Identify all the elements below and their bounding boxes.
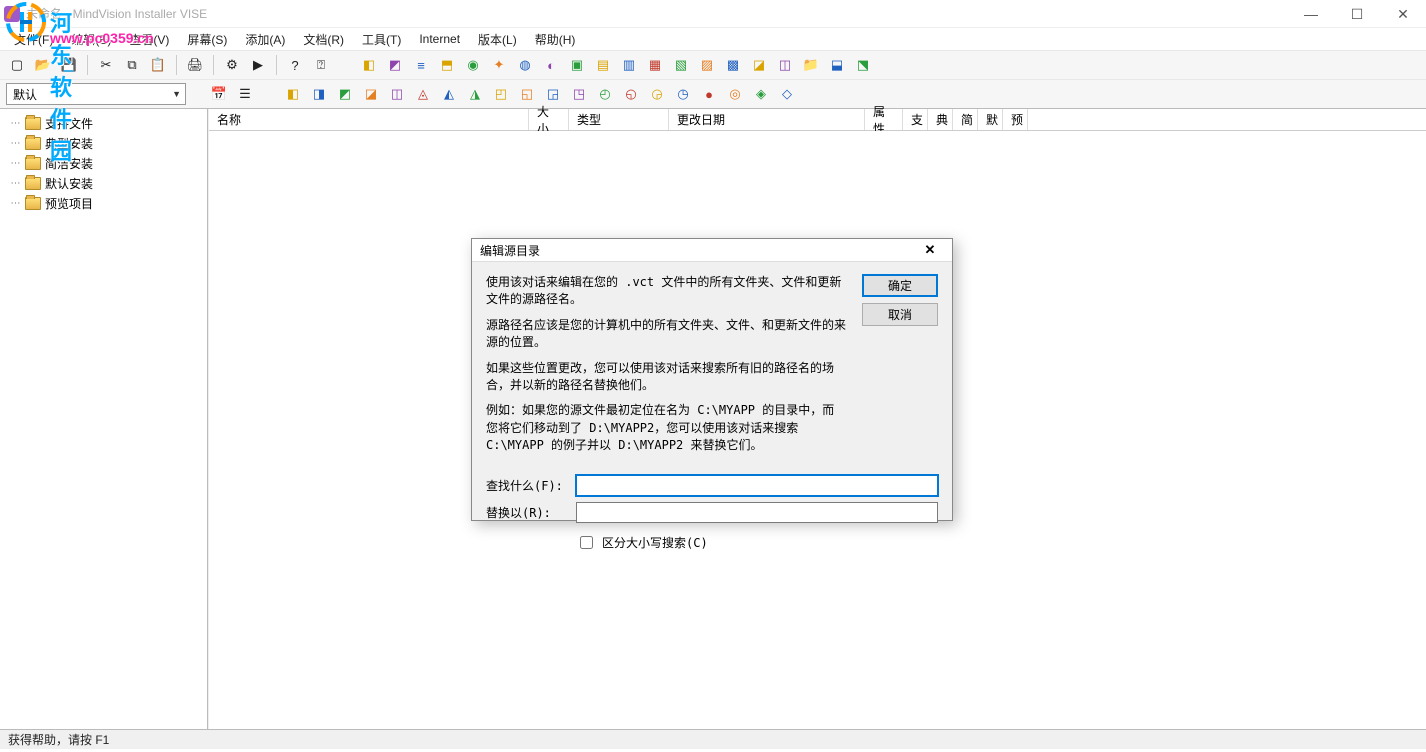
dialog-text-3: 如果这些位置更改，您可以使用该对话来搜索所有旧的路径名的场合，并以新的路径名替换… [486, 360, 846, 395]
replace-input[interactable] [576, 502, 938, 523]
cancel-button[interactable]: 取消 [862, 303, 938, 326]
replace-row: 替换以(R): [486, 502, 938, 523]
dialog-close-button[interactable]: ✕ [916, 239, 944, 261]
dialog-text-2: 源路径名应该是您的计算机中的所有文件夹、文件、和更新文件的来源的位置。 [486, 317, 846, 352]
find-input[interactable] [576, 475, 938, 496]
edit-source-dialog: 编辑源目录 ✕ 确定 取消 使用该对话来编辑在您的 .vct 文件中的所有文件夹… [471, 238, 953, 521]
ok-button[interactable]: 确定 [862, 274, 938, 297]
dialog-titlebar[interactable]: 编辑源目录 ✕ [472, 239, 952, 262]
find-label: 查找什么(F): [486, 477, 568, 494]
case-row: 区分大小写搜索(C) [576, 533, 938, 552]
dialog-title: 编辑源目录 [480, 242, 916, 259]
case-label: 区分大小写搜索(C) [602, 534, 708, 551]
dialog-body: 确定 取消 使用该对话来编辑在您的 .vct 文件中的所有文件夹、文件和更新文件… [472, 262, 952, 562]
dialog-text-1: 使用该对话来编辑在您的 .vct 文件中的所有文件夹、文件和更新文件的源路径名。 [486, 274, 846, 309]
replace-label: 替换以(R): [486, 504, 568, 521]
find-row: 查找什么(F): [486, 475, 938, 496]
case-checkbox[interactable] [580, 536, 593, 549]
dialog-backdrop: 编辑源目录 ✕ 确定 取消 使用该对话来编辑在您的 .vct 文件中的所有文件夹… [0, 0, 1426, 752]
dialog-text-4: 例如：如果您的源文件最初定位在名为 C:\MYAPP 的目录中，而您将它们移动到… [486, 402, 846, 454]
